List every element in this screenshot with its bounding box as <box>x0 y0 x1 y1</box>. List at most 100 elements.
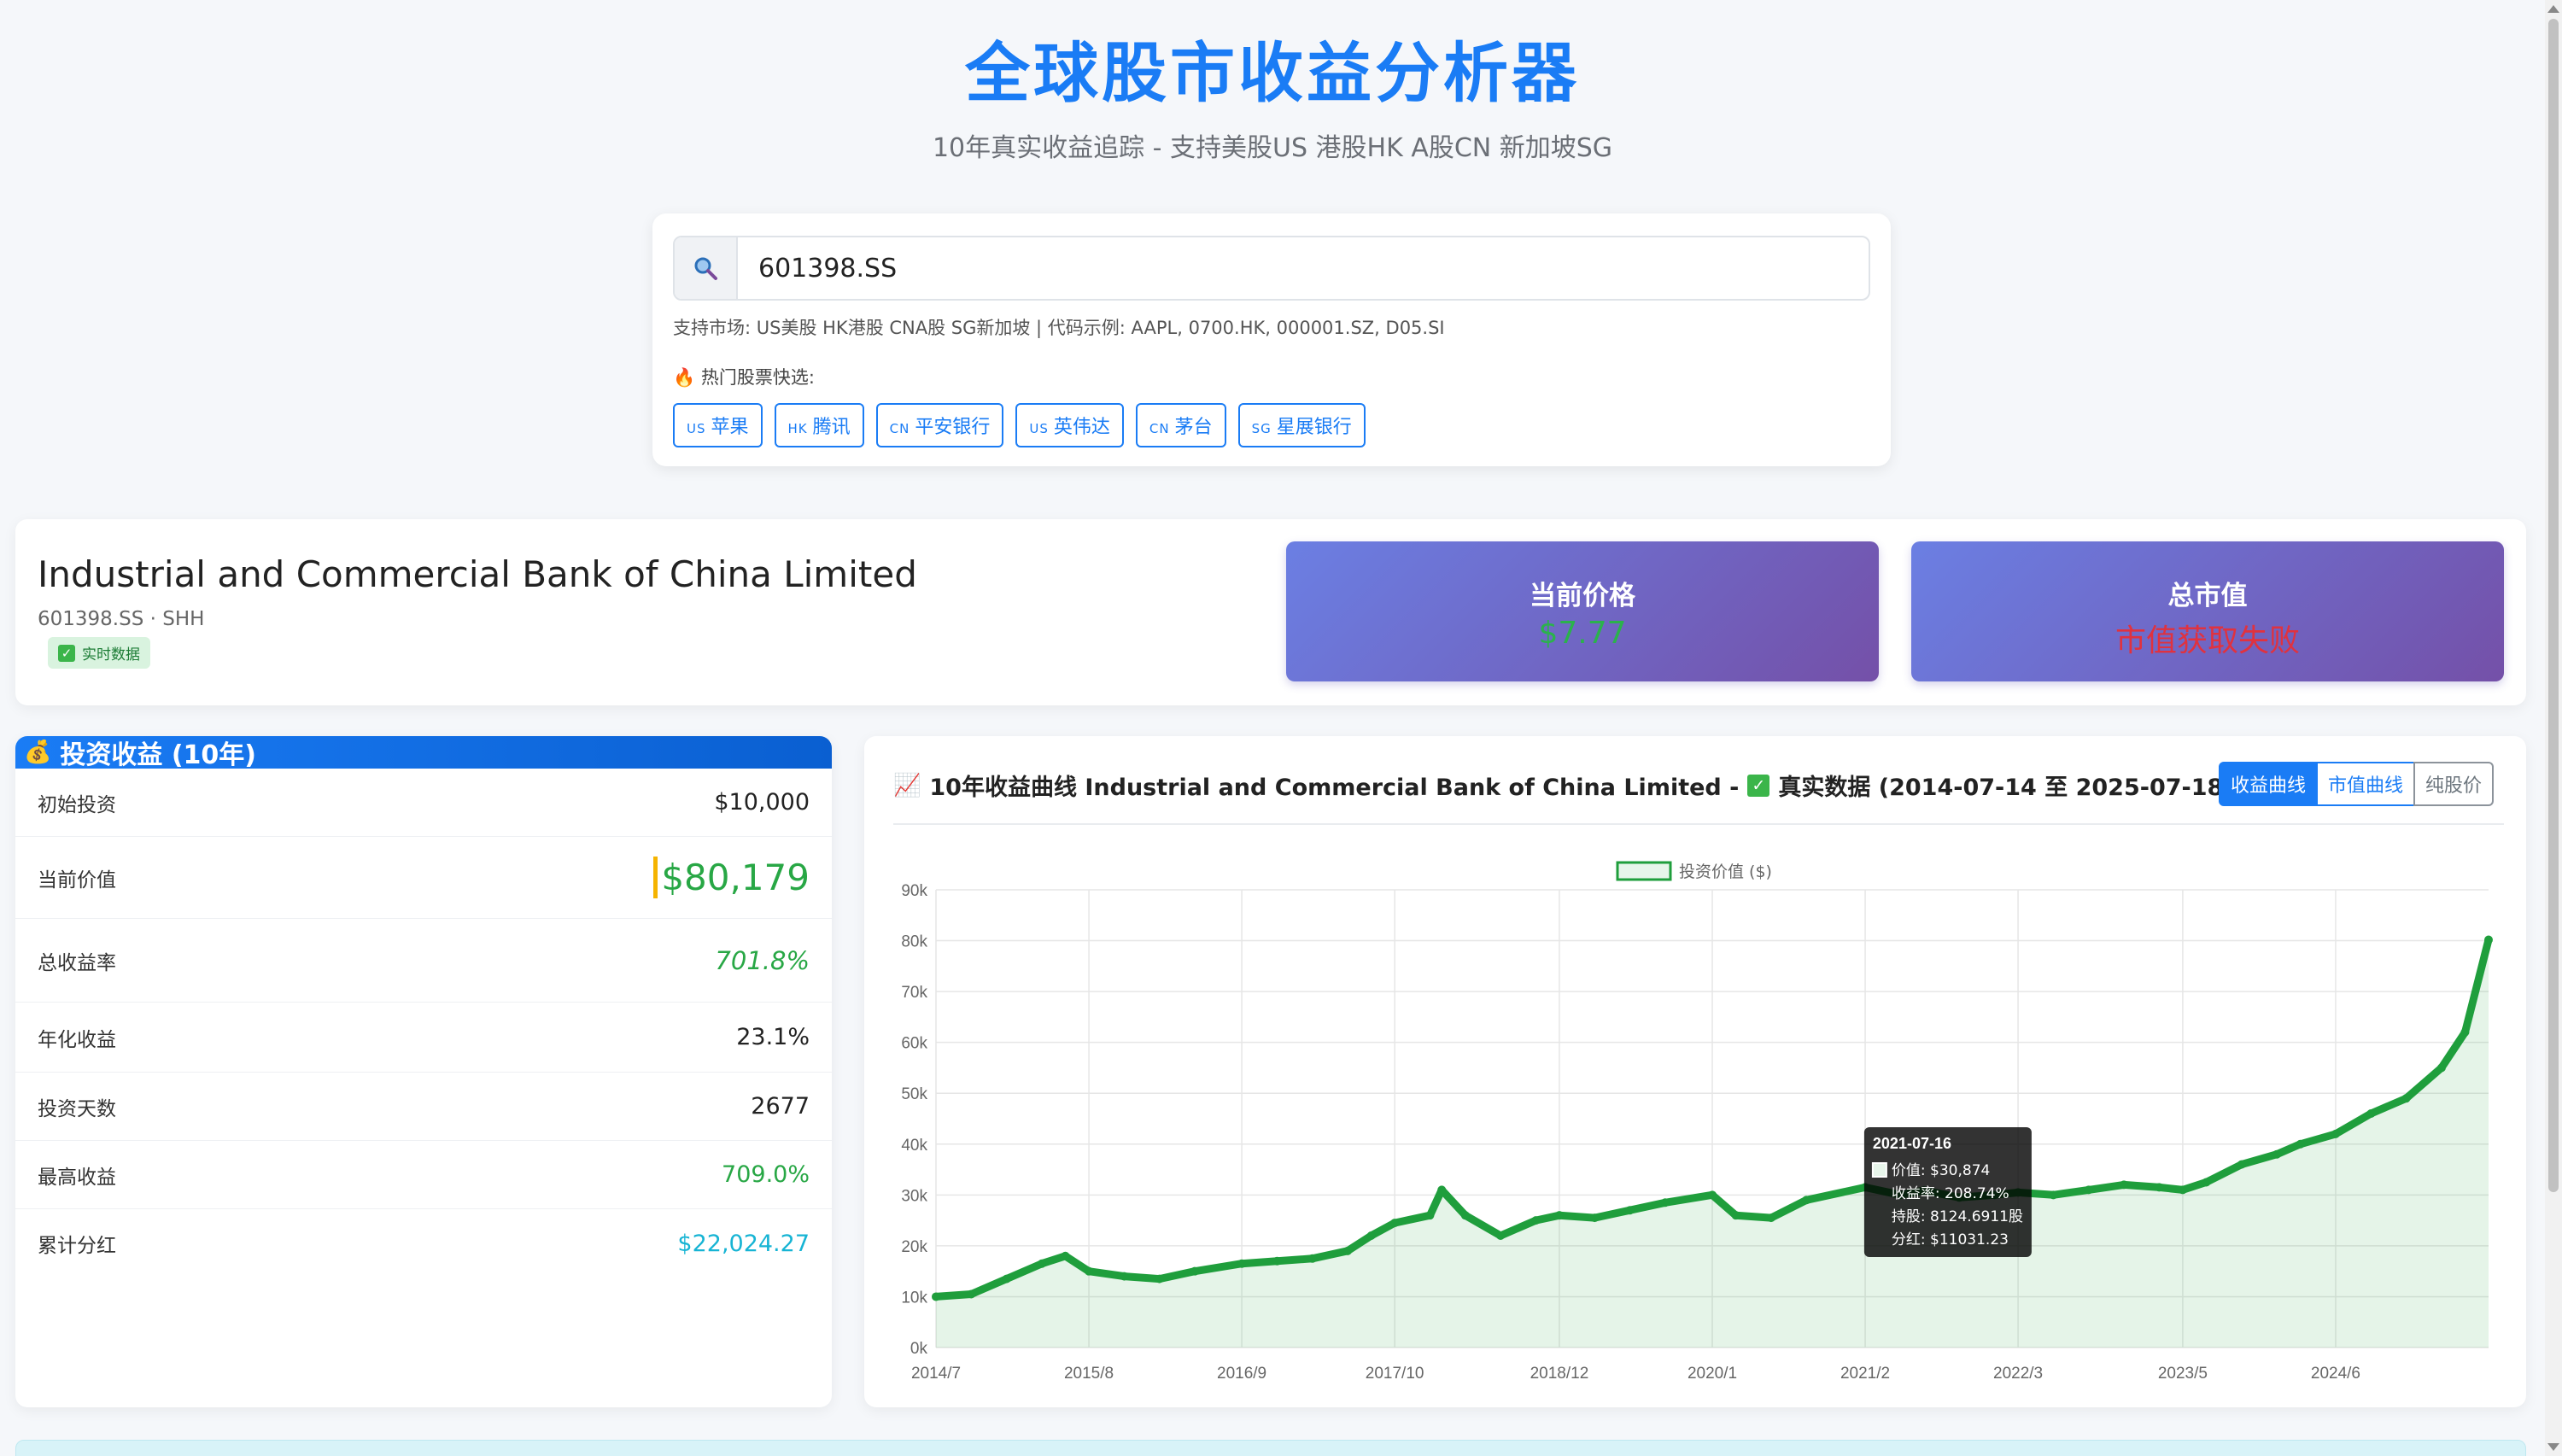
live-data-badge-label: 实时数据 <box>82 646 140 664</box>
legend-label: 投资价值 ($) <box>1679 862 1772 881</box>
chart-trend-icon: 📈 <box>893 772 921 798</box>
data-point <box>1002 1274 1011 1284</box>
market-cap-value: 市值获取失败 <box>2115 623 2300 658</box>
mode-pure-price-button[interactable]: 纯股价 <box>2413 762 2494 806</box>
returns-card: 💰 投资收益 (10年) 初始投资 $10,000 当前价值 $80,179 总… <box>15 736 832 1407</box>
x-tick-label: 2020/1 <box>1688 1365 1737 1383</box>
data-point <box>1437 1185 1447 1195</box>
company-info-card: Industrial and Commercial Bank of China … <box>15 519 2526 705</box>
chip-market-code: US <box>687 421 706 436</box>
data-point <box>2120 1180 2129 1190</box>
page-header: 全球股市收益分析器 10年真实收益追踪 - 支持美股US 港股HK A股CN 新… <box>0 31 2545 164</box>
data-point <box>2460 1027 2470 1037</box>
data-point <box>2272 1149 2282 1159</box>
market-cap-box: 总市值 市值获取失败 <box>1911 541 2504 681</box>
chip-apple[interactable]: US 苹果 <box>673 403 763 447</box>
row-initial-investment: 初始投资 $10,000 <box>15 769 832 837</box>
data-point <box>2084 1185 2093 1195</box>
row-label: 当前价值 <box>38 868 116 892</box>
current-price-label: 当前价格 <box>1530 581 1635 611</box>
search-input[interactable] <box>738 238 1869 298</box>
row-value: $10,000 <box>714 789 810 816</box>
tooltip-swatch <box>1871 1162 1887 1178</box>
tooltip-line: 分红: $11031.23 <box>1892 1231 2009 1248</box>
row-value: $22,024.27 <box>677 1230 810 1257</box>
search-icon[interactable] <box>675 237 738 299</box>
row-label: 年化收益 <box>38 1028 116 1051</box>
tooltip-line: 价值: $30,874 <box>1892 1162 1990 1179</box>
chart-canvas[interactable]: 0k 10k 20k 30k 40k 50k 60k 70k 80k 90k 2014/7 2015/… <box>864 736 2526 1407</box>
data-point <box>932 1292 940 1301</box>
row-label: 初始投资 <box>38 793 116 816</box>
chip-dbs[interactable]: SG 星展银行 <box>1237 403 1366 447</box>
hot-stocks-label-text: 热门股票快选: <box>700 367 815 388</box>
data-point <box>1625 1206 1635 1215</box>
fire-icon: 🔥 <box>673 367 696 388</box>
returns-header: 💰 投资收益 (10年) <box>15 736 832 770</box>
y-tick-label: 0k <box>910 1340 928 1358</box>
row-value: 2677 <box>751 1093 810 1120</box>
data-point <box>2366 1109 2376 1119</box>
row-label: 最高收益 <box>38 1166 116 1189</box>
data-point <box>1190 1266 1199 1276</box>
row-value: 709.0% <box>722 1161 810 1188</box>
chip-market-code: SG <box>1251 421 1272 436</box>
y-tick-label: 10k <box>901 1289 927 1307</box>
y-tick-label: 20k <box>901 1238 927 1256</box>
chip-label: 茅台 <box>1174 417 1213 438</box>
hot-stocks-label: 🔥 热门股票快选: <box>673 364 815 389</box>
chip-market-code: US <box>1029 421 1049 436</box>
company-name: Industrial and Commercial Bank of China … <box>38 553 917 595</box>
data-point <box>2401 1094 2411 1103</box>
data-point <box>1343 1246 1353 1255</box>
data-point <box>1660 1198 1670 1207</box>
scroll-up-icon[interactable] <box>2547 5 2559 13</box>
row-cumulative-dividend: 累计分红 $22,024.27 <box>15 1209 832 1278</box>
mode-return-curve-button[interactable]: 收益曲线 <box>2218 762 2318 806</box>
y-tick-label: 90k <box>901 882 927 900</box>
scroll-down-icon[interactable] <box>2547 1443 2559 1451</box>
y-tick-label: 80k <box>901 933 927 951</box>
data-point <box>967 1289 976 1299</box>
row-annualized-return: 年化收益 23.1% <box>15 1003 832 1073</box>
data-point <box>2155 1183 2164 1192</box>
x-tick-label: 2018/12 <box>1530 1365 1589 1383</box>
info-strip <box>15 1440 2526 1456</box>
mode-market-value-button[interactable]: 市值曲线 <box>2315 762 2415 806</box>
row-current-value: 当前价值 $80,179 <box>15 837 832 919</box>
data-point <box>1037 1259 1046 1268</box>
data-point <box>1120 1272 1129 1281</box>
row-value: 701.8% <box>715 945 810 975</box>
data-point <box>2484 935 2493 944</box>
x-tick-label: 2015/8 <box>1064 1365 1114 1383</box>
scrollbar[interactable] <box>2545 0 2562 1456</box>
chip-label: 平安银行 <box>915 417 991 438</box>
x-tick-label: 2014/7 <box>911 1365 961 1383</box>
chip-pingan-bank[interactable]: CN 平安银行 <box>875 403 1004 447</box>
legend-swatch <box>1616 861 1672 881</box>
chip-market-code: CN <box>1149 421 1170 436</box>
returns-title: 投资收益 (10年) <box>60 740 256 770</box>
row-investment-days: 投资天数 2677 <box>15 1073 832 1141</box>
page-title: 全球股市收益分析器 <box>965 35 1580 111</box>
chart-divider <box>893 823 2504 825</box>
check-icon: ✓ <box>1747 774 1770 797</box>
data-point <box>2296 1139 2305 1149</box>
data-point <box>1307 1254 1317 1263</box>
data-point <box>1531 1216 1541 1225</box>
scroll-thumb[interactable] <box>2548 19 2559 1192</box>
row-max-return: 最高收益 709.0% <box>15 1141 832 1209</box>
current-price-box: 当前价格 $7.77 <box>1286 541 1879 681</box>
chip-label: 英伟达 <box>1053 417 1110 438</box>
y-tick-label: 60k <box>901 1035 927 1053</box>
chip-tencent[interactable]: HK 腾讯 <box>774 403 864 447</box>
data-point <box>2178 1185 2187 1195</box>
chip-label: 星展银行 <box>1276 417 1352 438</box>
y-tick-label: 70k <box>901 984 927 1002</box>
row-label: 投资天数 <box>38 1097 116 1120</box>
chip-nvidia[interactable]: US 英伟达 <box>1015 403 1124 447</box>
data-point <box>1496 1231 1506 1240</box>
data-point <box>1237 1259 1247 1268</box>
chart-title: 📈 10年收益曲线 Industrial and Commercial Bank… <box>893 769 2384 802</box>
chip-moutai[interactable]: CN 茅台 <box>1135 403 1226 447</box>
